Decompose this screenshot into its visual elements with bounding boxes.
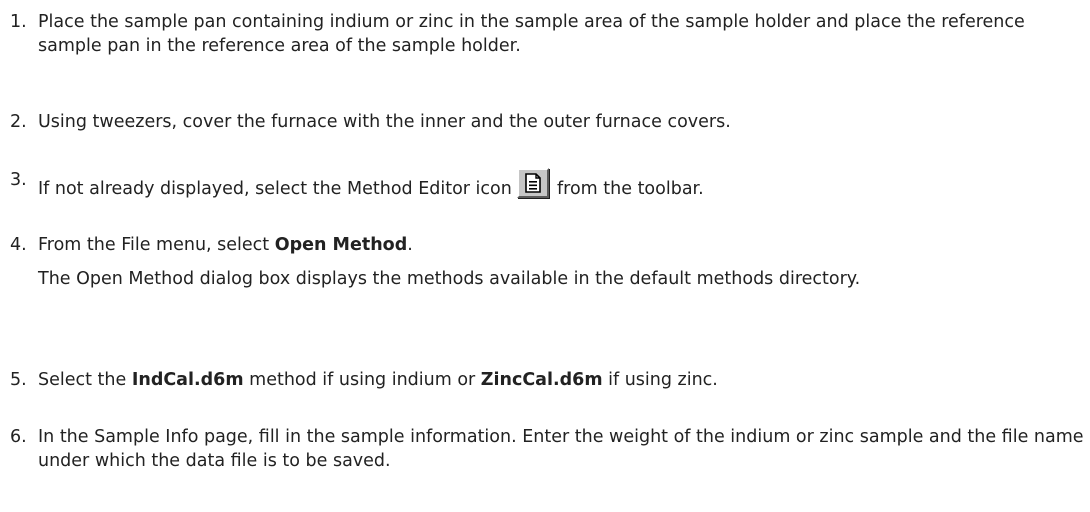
step-number: 5.: [10, 370, 27, 390]
step-text: Place the sample pan containing indium o…: [38, 12, 1025, 57]
step-text: If not already displayed, select the Met…: [38, 168, 1086, 201]
step-1: 1. Place the sample pan containing indiu…: [10, 10, 1086, 58]
step-text-before: If not already displayed, select the Met…: [38, 179, 512, 199]
step-5: 5. Select the IndCal.d6m method if using…: [10, 368, 1086, 392]
step-text-after: from the toolbar.: [557, 179, 704, 199]
step-3: 3. If not already displayed, select the …: [10, 168, 1086, 201]
step-4: 4. From the File menu, select Open Metho…: [10, 233, 1086, 291]
step-text: From the File menu, select Open Method. …: [38, 233, 1086, 291]
instruction-document: 1. Place the sample pan containing indiu…: [0, 0, 1090, 512]
method-name-indium: IndCal.d6m: [131, 370, 244, 390]
step-text-part: if using zinc.: [602, 370, 718, 390]
step-text: In the Sample Info page, fill in the sam…: [38, 427, 1084, 472]
step-text: Using tweezers, cover the furnace with t…: [38, 112, 731, 132]
step-number: 6.: [10, 427, 27, 447]
step-number: 2.: [10, 112, 27, 132]
step-6: 6. In the Sample Info page, fill in the …: [10, 425, 1086, 473]
menu-item-open-method: Open Method: [274, 235, 408, 255]
step-number: 4.: [10, 235, 27, 255]
step-text: Select the IndCal.d6m method if using in…: [38, 368, 1086, 392]
step-text-part: Select the: [38, 370, 132, 390]
step-text-after: .: [407, 235, 413, 255]
method-editor-icon: [517, 168, 550, 198]
step-note: The Open Method dialog box displays the …: [38, 269, 861, 290]
step-2: 2. Using tweezers, cover the furnace wit…: [10, 110, 1086, 134]
step-text-part: method if using indium or: [243, 370, 481, 390]
method-name-zinc: ZincCal.d6m: [480, 370, 603, 390]
step-number: 3.: [10, 170, 27, 190]
step-text-before: From the File menu, select: [38, 235, 275, 255]
step-number: 1.: [10, 12, 27, 32]
